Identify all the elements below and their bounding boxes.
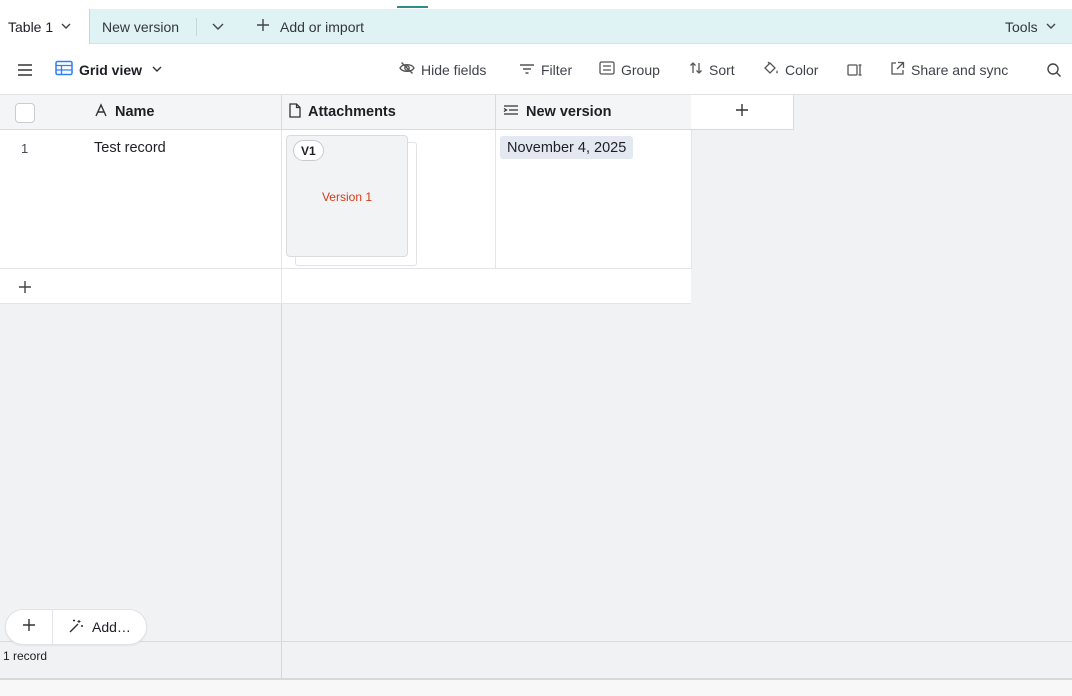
tools-label: Tools xyxy=(1005,18,1038,35)
filter-lines-icon xyxy=(519,62,541,78)
attachment-preview-text: Version 1 xyxy=(321,190,373,204)
eye-off-icon xyxy=(399,61,421,78)
color-button[interactable]: Color xyxy=(763,44,818,95)
magic-wand-icon xyxy=(68,618,92,637)
tools-menu[interactable]: Tools xyxy=(1005,9,1057,44)
add-or-import-label: Add or import xyxy=(280,18,365,35)
table-tabs-bar: Table 1 New version Add or import Tools xyxy=(0,9,1072,44)
filter-button[interactable]: Filter xyxy=(519,44,572,95)
hamburger-icon[interactable] xyxy=(17,44,39,95)
add-or-import-button[interactable]: Add or import xyxy=(256,9,364,44)
plus-icon xyxy=(256,18,270,35)
paint-bucket-icon xyxy=(763,61,785,79)
tab-table-1[interactable]: Table 1 xyxy=(0,9,90,44)
group-button[interactable]: Group xyxy=(599,44,660,95)
external-share-icon xyxy=(890,61,911,79)
add-field-button[interactable] xyxy=(691,95,794,130)
column-header-new-version[interactable]: New version xyxy=(496,95,692,130)
frozen-column-divider xyxy=(281,304,282,678)
ai-add-button[interactable]: Add… xyxy=(54,610,146,644)
sort-arrows-icon xyxy=(689,61,709,78)
hide-fields-button[interactable]: Hide fields xyxy=(399,44,486,95)
document-icon xyxy=(289,102,308,122)
version-badge: V1 xyxy=(293,140,324,161)
row-number-cell: 1 xyxy=(0,130,86,269)
date-value: November 4, 2025 xyxy=(500,136,634,159)
row-number: 1 xyxy=(21,141,29,156)
select-all-header xyxy=(0,95,86,130)
sort-label: Sort xyxy=(709,61,735,78)
window-footer xyxy=(0,678,1072,696)
sort-button[interactable]: Sort xyxy=(689,44,735,95)
add-record-row[interactable] xyxy=(0,269,691,304)
ai-add-label: Add… xyxy=(92,619,131,635)
group-label: Group xyxy=(621,61,660,78)
add-record-button[interactable] xyxy=(6,610,53,644)
view-switcher[interactable]: Grid view xyxy=(55,44,169,95)
text-a-icon xyxy=(94,103,115,121)
tab-label: Table 1 xyxy=(8,18,54,35)
active-indicator xyxy=(397,6,428,8)
tab-label: New version xyxy=(102,18,180,35)
column-header-name[interactable]: Name xyxy=(86,95,282,130)
plus-icon xyxy=(735,103,749,122)
top-strip xyxy=(0,0,1072,9)
record-count: 1 record xyxy=(3,649,48,663)
add-record-pill: Add… xyxy=(5,609,147,645)
summary-bar xyxy=(0,641,1072,678)
chevron-down-icon[interactable] xyxy=(211,18,225,39)
group-list-icon xyxy=(599,61,621,78)
plus-icon xyxy=(18,280,32,299)
column-header-attachments[interactable]: Attachments xyxy=(282,95,496,130)
search-icon[interactable] xyxy=(1046,44,1068,95)
view-toolbar: Grid view Hide fields Filter Group Sort … xyxy=(0,44,1072,95)
grid-view-icon xyxy=(55,60,79,79)
attachment-thumbnail[interactable]: V1 Version 1 xyxy=(286,135,408,257)
color-label: Color xyxy=(785,61,819,78)
select-all-checkbox[interactable] xyxy=(15,103,35,123)
lines-icon xyxy=(503,104,526,120)
chevron-down-icon[interactable] xyxy=(60,19,72,35)
column-attachments-label: Attachments xyxy=(308,104,396,120)
column-divider xyxy=(281,269,282,304)
share-and-sync-label: Share and sync xyxy=(911,61,1009,78)
record-name: Test record xyxy=(94,140,166,156)
view-name: Grid view xyxy=(79,61,143,78)
column-name-label: Name xyxy=(115,104,155,120)
chevron-down-icon xyxy=(151,62,169,78)
filter-label: Filter xyxy=(541,61,573,78)
row-height-icon[interactable] xyxy=(847,44,869,95)
chevron-down-icon xyxy=(1045,19,1057,35)
plus-icon xyxy=(22,618,36,637)
tab-new-version[interactable]: New version xyxy=(102,9,179,44)
hide-fields-label: Hide fields xyxy=(421,61,487,78)
column-new-version-label: New version xyxy=(526,104,612,120)
share-and-sync-button[interactable]: Share and sync xyxy=(890,44,1008,95)
name-cell[interactable]: Test record xyxy=(86,130,282,269)
tab-divider xyxy=(196,18,197,36)
